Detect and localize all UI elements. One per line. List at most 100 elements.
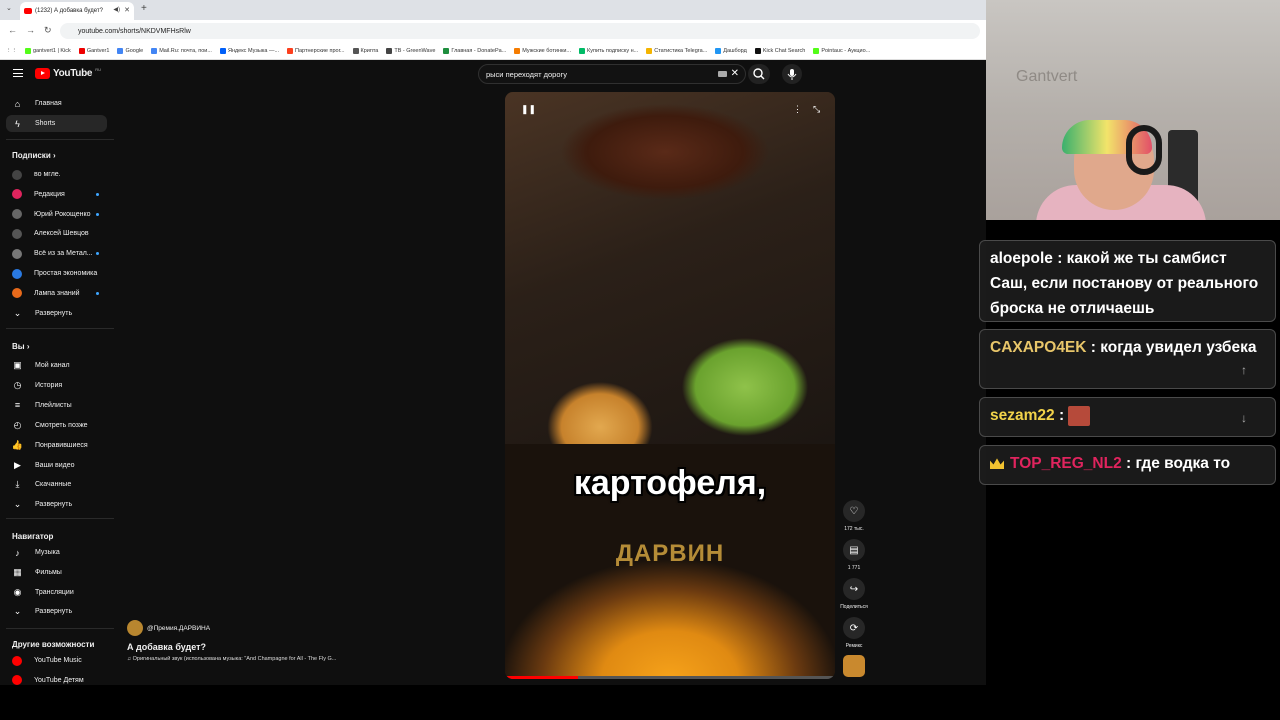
my-channel-icon: ▣: [13, 360, 22, 370]
bookmark-item[interactable]: Дашборд: [715, 47, 747, 54]
sidebar-item-subscription[interactable]: Простая экономика: [6, 265, 107, 282]
apps-icon[interactable]: ⋮⋮: [6, 48, 17, 54]
sidebar-item-you[interactable]: ⌄ Развернуть: [6, 496, 107, 513]
bookmark-favicon-icon: [646, 47, 653, 54]
sidebar-item-label: Развернуть: [35, 310, 73, 317]
music-info[interactable]: ♫ Оригинальный звук (использована музыка…: [127, 656, 427, 662]
chat-text: когда увидел узбека: [1100, 339, 1257, 356]
sidebar-item-you[interactable]: 👍 Понравившиеся: [6, 437, 107, 454]
bookmark-item[interactable]: Купить подписку н...: [579, 47, 639, 54]
chat-username: aloepole: [990, 250, 1053, 267]
bookmark-item[interactable]: ТВ - GreenWave: [386, 47, 435, 54]
forward-icon[interactable]: →: [26, 25, 35, 35]
menu-icon[interactable]: [13, 69, 23, 77]
close-tab-icon[interactable]: ✕: [124, 6, 130, 14]
tab-search-icon[interactable]: ⌄: [6, 4, 12, 12]
pause-icon[interactable]: ❚❚: [521, 104, 536, 115]
new-content-dot: [96, 212, 99, 216]
bookmark-label: Статистика Telegra...: [654, 47, 708, 54]
subscriptions-heading[interactable]: Подписки ›: [12, 151, 56, 160]
bookmark-item[interactable]: Крипта: [352, 47, 378, 54]
bookmark-favicon-icon: [25, 47, 31, 54]
sidebar-item-you[interactable]: ≡ Плейлисты: [6, 397, 107, 414]
other-heading: Другие возможности: [12, 640, 95, 649]
url-field[interactable]: youtube.com/shorts/NKDVMFHsRlw: [60, 23, 980, 39]
bookmark-item[interactable]: Pointauc - Аукцио...: [813, 47, 870, 54]
chat-username: sezam22: [990, 407, 1055, 424]
sidebar-item-label: Музыка: [35, 549, 60, 556]
short-meta: @Премия.ДАРВИНА А добавка будет? ♫ Ориги…: [127, 620, 427, 662]
arrow-down-icon[interactable]: ↓: [1241, 406, 1247, 431]
youtube-page: YouTube RU рыси переходят дорогу ✕ ⌂ Гла…: [0, 60, 986, 685]
sidebar-item-navigator[interactable]: ♪ Музыка: [6, 544, 107, 561]
bookmark-label: Купить подписку н...: [587, 47, 639, 54]
comments-button[interactable]: ▤ 1 771: [836, 539, 872, 571]
short-video-player[interactable]: ❚❚ ⋮ ⤡ картофеля, ДАРВИН: [505, 92, 835, 679]
share-button[interactable]: ↪ Поделиться: [836, 578, 872, 610]
bookmark-label: Kick Chat Search: [762, 47, 806, 54]
bookmark-item[interactable]: gantvert1 | Kick: [25, 47, 71, 54]
sidebar-item-you[interactable]: ▣ Мой канал: [6, 357, 107, 374]
new-content-dot: [96, 192, 99, 196]
fullscreen-icon[interactable]: ⤡: [813, 104, 820, 115]
chevron-down-icon: ⌄: [13, 308, 22, 318]
bookmark-item[interactable]: Gantver1: [78, 47, 109, 54]
sidebar-item-you[interactable]: ◴ Смотреть позже: [6, 417, 107, 434]
tab-bar: ⌄ (1232) А добавка будет? ◀) ✕ +: [0, 0, 986, 20]
search-button[interactable]: [748, 64, 770, 84]
clear-search-icon[interactable]: ✕: [731, 68, 739, 79]
sidebar-item-label: Фильмы: [35, 568, 62, 576]
like-button[interactable]: ♡ 172 тыс.: [836, 500, 872, 532]
search-input[interactable]: рыси переходят дорогу ✕: [478, 64, 746, 84]
channel-avatar-button[interactable]: [836, 655, 872, 677]
bookmark-item[interactable]: Kick Chat Search: [754, 47, 806, 54]
sidebar-item-subscription[interactable]: Лампа знаний: [6, 285, 107, 302]
voice-search-button[interactable]: [782, 64, 802, 84]
crown-badge-icon: [990, 458, 1004, 470]
sidebar-item-subscription[interactable]: во мгле.: [6, 166, 107, 183]
channel-row[interactable]: @Премия.ДАРВИНА: [127, 620, 427, 636]
sidebar-item-navigator[interactable]: ◉ Трансляции: [6, 584, 107, 601]
sidebar-item-other[interactable]: YouTube Music: [6, 652, 107, 669]
sidebar-item-home[interactable]: ⌂ Главная: [6, 95, 107, 112]
arrow-up-icon[interactable]: ↑: [1241, 358, 1247, 383]
remix-button[interactable]: ⟳ Ремикс: [836, 617, 872, 649]
bookmark-favicon-icon: [386, 47, 393, 54]
video-progress-bar[interactable]: [505, 676, 835, 679]
sidebar-item-subscription[interactable]: Алексей Шевцов: [6, 225, 107, 242]
more-icon[interactable]: ⋮: [793, 104, 802, 115]
youtube-logo[interactable]: YouTube RU: [35, 67, 101, 79]
sidebar-item-subscription[interactable]: Всё из за Метал...: [6, 245, 107, 262]
sidebar-item-label: Алексей Шевцов: [34, 230, 89, 238]
sidebar-item-shorts[interactable]: ϟ Shorts: [6, 115, 107, 132]
bookmark-item[interactable]: Партнерские прог...: [287, 47, 345, 54]
reload-icon[interactable]: ↻: [44, 25, 52, 36]
sidebar-item-you[interactable]: ◷ История: [6, 377, 107, 394]
keyboard-icon[interactable]: [718, 71, 727, 77]
history-icon: ◷: [13, 379, 22, 390]
sidebar-item-you[interactable]: ▶ Ваши видео: [6, 457, 107, 474]
sidebar-item-navigator[interactable]: ⌄ Развернуть: [6, 603, 107, 620]
sidebar-item-subscription[interactable]: Юрий Рокощенко: [6, 206, 107, 223]
bookmark-item[interactable]: Статистика Telegra...: [646, 47, 708, 54]
new-tab-button[interactable]: +: [141, 3, 147, 14]
active-tab[interactable]: (1232) А добавка будет? ◀) ✕: [20, 2, 134, 20]
bookmark-item[interactable]: Главная - DonatePa...: [443, 47, 506, 54]
sidebar-item-you[interactable]: ⤓ Скачанные: [6, 476, 107, 493]
bookmark-item[interactable]: Мужские ботинки...: [514, 47, 571, 54]
you-heading[interactable]: Вы ›: [12, 342, 30, 351]
sidebar-item-subscription[interactable]: Редакция: [6, 186, 107, 203]
movies-icon: ▦: [13, 566, 22, 577]
sidebar-item-expand[interactable]: ⌄ Развернуть: [6, 305, 107, 322]
channel-name[interactable]: @Премия.ДАРВИНА: [147, 625, 210, 632]
sidebar-item-label: Ваши видео: [35, 461, 75, 469]
speaker-icon[interactable]: ◀): [113, 6, 120, 13]
bookmark-item[interactable]: Яндекс Музыка —...: [219, 47, 279, 54]
back-icon[interactable]: ←: [8, 25, 17, 35]
bookmark-item[interactable]: Mail.Ru: почта, пои...: [151, 47, 212, 54]
bookmark-favicon-icon: [579, 47, 586, 54]
bookmark-item[interactable]: Google: [117, 47, 143, 54]
search-value: рыси переходят дорогу: [486, 69, 567, 79]
sidebar-item-navigator[interactable]: ▦ Фильмы: [6, 564, 107, 581]
sidebar-item-other[interactable]: YouTube Детям: [6, 672, 107, 685]
